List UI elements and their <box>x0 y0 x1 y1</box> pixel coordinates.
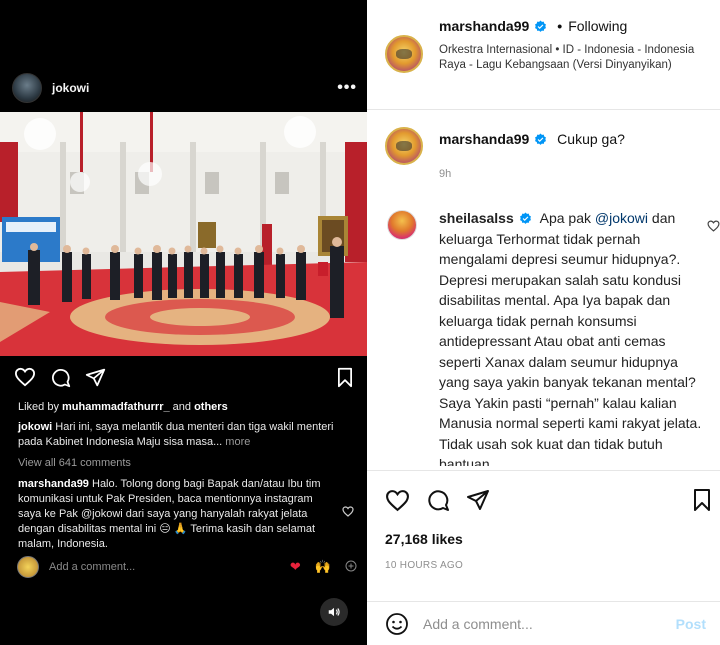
left-add-comment-input[interactable]: Add a comment... <box>49 561 135 573</box>
heart-icon[interactable] <box>385 489 410 512</box>
verified-icon <box>519 212 531 224</box>
add-comment-row: Add a comment... Post <box>367 601 720 645</box>
bookmark-icon[interactable] <box>336 367 354 388</box>
header-username[interactable]: marshanda99 <box>439 18 529 34</box>
share-icon[interactable] <box>466 488 490 512</box>
verified-icon <box>535 20 547 32</box>
post-comment-button[interactable]: Post <box>676 616 706 632</box>
comment-like-icon[interactable] <box>707 219 720 237</box>
mention-link[interactable]: @jokowi <box>595 210 648 226</box>
left-username[interactable]: jokowi <box>52 81 89 95</box>
view-all-comments-link[interactable]: View all 641 comments <box>18 456 338 471</box>
avatar[interactable] <box>385 127 423 165</box>
raised-hands-emoji[interactable]: 🙌 <box>315 559 331 575</box>
post-photo[interactable] <box>0 112 367 356</box>
sound-icon[interactable] <box>320 598 348 626</box>
more-icon[interactable]: ••• <box>337 79 357 97</box>
left-caption: jokowi Hari ini, saya melantik dua mente… <box>18 420 338 450</box>
comment-username[interactable]: marshanda99 <box>439 131 529 147</box>
following-button[interactable]: Following <box>568 18 627 34</box>
quick-emoji-bar: ❤ 🙌 <box>290 559 357 575</box>
likes-count[interactable]: 27,168 likes <box>385 531 463 547</box>
left-post-header: jokowi ••• <box>12 72 357 104</box>
post-footer: 27,168 likes 10 HOURS AGO Add a comment.… <box>367 470 720 645</box>
left-add-comment-row: Add a comment... ❤ 🙌 <box>17 555 357 579</box>
ceremony-photo-illustration <box>0 112 367 356</box>
header-dot: • <box>557 18 563 34</box>
music-info[interactable]: Orkestra Internasional • ID - Indonesia … <box>439 43 699 73</box>
caption-text: Hari ini, saya melantik dua menteri dan … <box>18 421 334 448</box>
left-action-bar <box>14 365 354 389</box>
emoji-icon[interactable] <box>385 612 409 636</box>
left-comment: marshanda99 Halo. Tolong dong bagi Bapak… <box>18 477 336 552</box>
add-comment-input[interactable]: Add a comment... <box>423 616 533 632</box>
caption-more-link[interactable]: more <box>225 436 250 448</box>
comment-text: Cukup ga? <box>557 131 625 147</box>
comment-icon[interactable] <box>426 488 450 512</box>
caption-username[interactable]: jokowi <box>18 421 52 433</box>
comment-like-icon[interactable] <box>342 504 354 522</box>
avatar[interactable] <box>12 73 42 103</box>
verified-icon <box>535 133 547 145</box>
left-post-panel: jokowi ••• Liked by muhammadfathurrr_ an… <box>0 0 367 645</box>
bookmark-icon[interactable] <box>692 488 712 512</box>
liked-by-user[interactable]: muhammadfathurrr_ <box>62 401 170 413</box>
comment-text-start: Apa pak <box>539 210 595 226</box>
post-header: marshanda99 • Following Orkestra Interna… <box>367 0 720 110</box>
action-bar <box>385 487 712 513</box>
header-user-line: marshanda99 • Following <box>439 18 627 34</box>
heart-icon[interactable] <box>14 367 36 387</box>
left-likes-line: Liked by muhammadfathurrr_ and others <box>18 400 338 415</box>
avatar[interactable] <box>387 210 417 240</box>
comment-timestamp[interactable]: 9h <box>439 168 451 180</box>
likes-prefix: Liked by <box>18 401 63 413</box>
comment-username[interactable]: marshanda99 <box>18 478 89 490</box>
post-timestamp[interactable]: 10 HOURS AGO <box>385 560 463 571</box>
add-emoji-icon[interactable] <box>345 560 357 575</box>
likes-others-link[interactable]: others <box>194 401 228 413</box>
comment-body: sheilasalss Apa pak @jokowi dan keluarga… <box>439 208 705 466</box>
likes-joiner: and <box>169 401 195 413</box>
comment-body: marshanda99 Cukup ga? <box>439 131 625 147</box>
avatar[interactable] <box>385 35 423 73</box>
comment-text-rest: dan keluarga Terhormat tidak pernah meng… <box>439 210 702 466</box>
comment-icon[interactable] <box>50 367 71 388</box>
comment-username[interactable]: sheilasalss <box>439 210 514 226</box>
avatar <box>17 556 39 578</box>
right-comments-panel: marshanda99 • Following Orkestra Interna… <box>367 0 720 645</box>
share-icon[interactable] <box>85 367 106 388</box>
red-heart-emoji[interactable]: ❤ <box>290 559 301 575</box>
